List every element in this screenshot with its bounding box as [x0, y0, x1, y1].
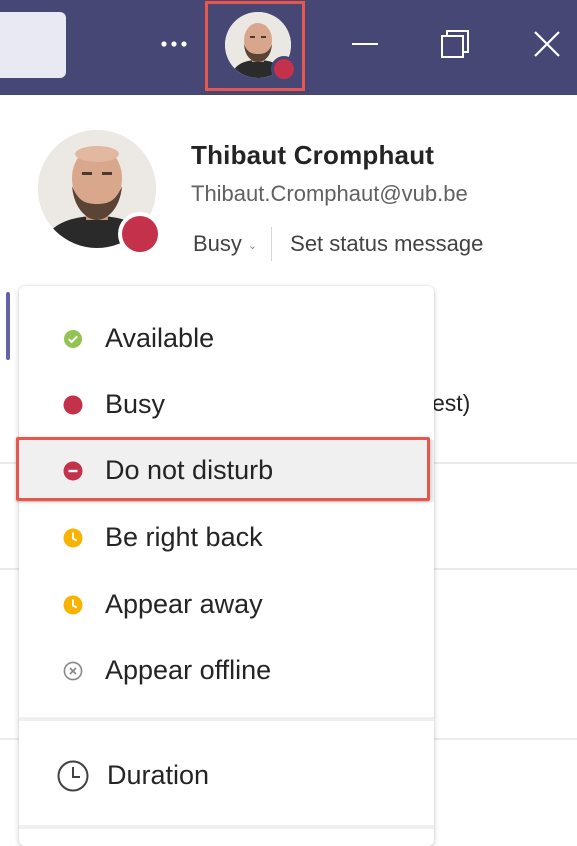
background-text: est): [432, 390, 471, 416]
close-button[interactable]: [525, 20, 569, 68]
status-dropdown[interactable]: Busy ⌄: [193, 231, 257, 257]
status-option-label: Be right back: [105, 521, 263, 552]
status-option-label: Do not disturb: [105, 454, 274, 485]
status-menu: Available Busy Do not disturb Be right b…: [19, 286, 434, 846]
minimize-icon: [352, 43, 378, 45]
close-icon: [534, 31, 560, 57]
status-option-be-right-back[interactable]: Be right back: [19, 508, 434, 568]
profile-avatar-button[interactable]: [205, 1, 305, 91]
profile-email: Thibaut.Cromphaut@vub.be: [191, 181, 468, 206]
status-option-do-not-disturb[interactable]: Do not disturb: [19, 440, 434, 502]
clock-icon: [63, 528, 83, 548]
chevron-down-icon: ⌄: [247, 239, 258, 252]
title-bar: [0, 0, 577, 95]
status-option-label: Available: [105, 322, 215, 353]
status-option-appear-away[interactable]: Appear away: [19, 575, 434, 635]
divider: [271, 227, 273, 261]
profile-name: Thibaut Cromphaut: [191, 140, 435, 170]
clock-icon: [63, 595, 83, 615]
search-box[interactable]: [0, 12, 66, 78]
available-check-icon: [64, 330, 82, 348]
duration-option[interactable]: Duration: [19, 746, 434, 806]
status-option-label: Busy: [105, 388, 166, 419]
presence-busy-dot: [271, 56, 297, 82]
current-status-label: Busy: [193, 231, 242, 256]
presence-busy-dot: [118, 212, 162, 256]
status-option-available[interactable]: Available: [19, 309, 434, 369]
minimize-button[interactable]: [343, 20, 387, 68]
do-not-disturb-icon: [63, 461, 83, 481]
menu-separator: [19, 717, 434, 721]
set-status-message-link[interactable]: Set status message: [290, 231, 483, 257]
status-option-busy[interactable]: Busy: [19, 375, 434, 435]
more-horizontal-icon: [161, 41, 187, 47]
selected-indicator: [6, 292, 10, 360]
busy-dot-icon: [63, 395, 83, 415]
duration-label: Duration: [107, 759, 210, 790]
offline-x-icon: [63, 661, 83, 681]
more-options-button[interactable]: [150, 26, 198, 62]
maximize-button[interactable]: [433, 20, 477, 68]
status-option-appear-offline[interactable]: Appear offline: [19, 641, 434, 701]
menu-separator: [19, 825, 434, 829]
clock-icon: [57, 760, 89, 792]
status-row: Busy ⌄ Set status message: [193, 227, 483, 261]
status-option-label: Appear away: [105, 588, 263, 619]
maximize-icon: [441, 30, 469, 58]
status-option-label: Appear offline: [105, 654, 272, 685]
